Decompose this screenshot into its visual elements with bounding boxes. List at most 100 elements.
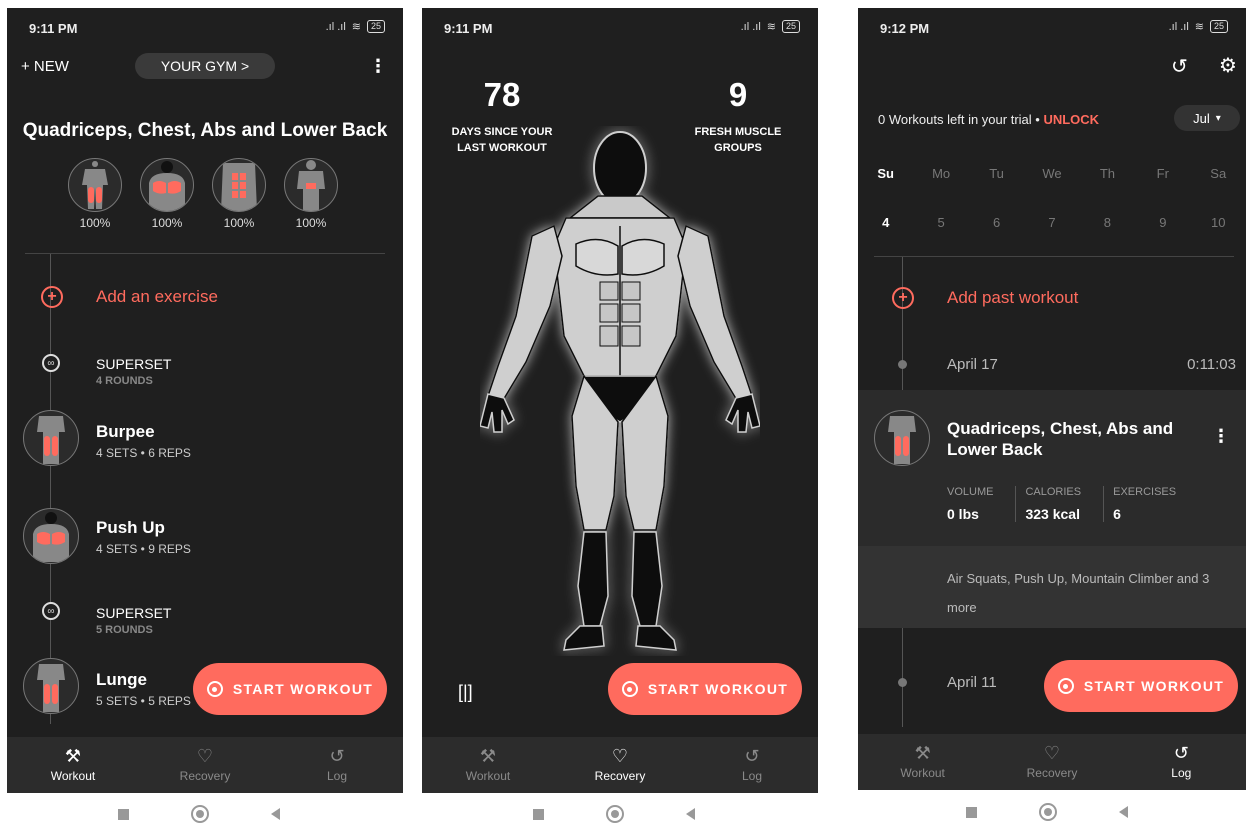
chevron-down-icon: ▾ (1215, 112, 1221, 124)
weekday-label: Fr (1156, 166, 1169, 181)
metric-value: 0 lbs (947, 506, 979, 522)
heart-icon: ♡ (1043, 743, 1061, 763)
calendar-day[interactable]: 4 (858, 215, 913, 230)
weekday-label: Tu (989, 166, 1004, 181)
month-selector[interactable]: Jul ▾ (1174, 105, 1240, 131)
nav-recovery[interactable]: ♡ Recovery (554, 737, 686, 793)
nav-workout[interactable]: ⚒ Workout (7, 737, 139, 793)
start-workout-button[interactable]: START WORKOUT (1044, 660, 1238, 712)
timeline-line (50, 254, 51, 724)
recents-icon[interactable] (533, 808, 544, 820)
nav-recovery-label: Recovery (594, 769, 646, 783)
superset-header[interactable]: SUPERSET 4 ROUNDS (96, 356, 171, 387)
workout-screen: 9:11 PM .ıl .ıl ≋ 25 + NEW YOUR GYM > ⋮ … (7, 8, 403, 793)
metric-label: VOLUME (947, 486, 994, 498)
workout-metrics: VOLUME 0 lbs CALORIES 323 kcal EXERCISES… (947, 486, 1198, 522)
start-workout-button[interactable]: START WORKOUT (608, 663, 802, 715)
history-icon[interactable]: ↺ (1171, 54, 1188, 79)
more-options-icon[interactable]: ⋮ (369, 56, 387, 77)
superset-header[interactable]: SUPERSET 5 ROUNDS (96, 605, 171, 636)
history-icon: ↺ (744, 746, 760, 766)
home-icon[interactable] (606, 805, 624, 823)
metric-label: EXERCISES (1113, 486, 1177, 498)
calendar-day[interactable]: 10 (1191, 215, 1246, 230)
status-icons: .ıl .ıl ≋ 25 (326, 20, 385, 33)
nav-log[interactable]: ↺ Log (271, 737, 403, 793)
muscle-chest[interactable]: 100% (139, 158, 195, 230)
muscle-abs[interactable]: 100% (211, 158, 267, 230)
gear-icon[interactable]: ⚙ (1219, 53, 1237, 78)
muscle-quadriceps[interactable]: 100% (67, 158, 123, 230)
muscle-percent: 100% (295, 216, 327, 230)
dumbbell-icon: ⚒ (479, 746, 497, 766)
more-options-icon[interactable]: ⋮ (1212, 426, 1230, 447)
status-time: 9:11 PM (444, 21, 493, 36)
add-exercise-button[interactable]: Add an exercise (96, 287, 218, 307)
divider (874, 256, 1234, 257)
your-gym-button[interactable]: YOUR GYM > (135, 53, 275, 79)
exercise-sets-reps: 4 SETS • 6 REPS (96, 446, 191, 460)
new-workout-button[interactable]: + NEW (21, 58, 69, 75)
nav-recovery-label: Recovery (1026, 766, 1078, 780)
recents-icon[interactable] (118, 808, 129, 820)
superset-rounds: 4 ROUNDS (96, 375, 153, 387)
muscle-lower-back[interactable]: 100% (283, 158, 339, 230)
exercise-row[interactable]: Lunge 5 SETS • 5 REPS (96, 670, 191, 708)
start-workout-button[interactable]: START WORKOUT (193, 663, 387, 715)
exercise-row[interactable]: Push Up 4 SETS • 9 REPS (96, 518, 191, 556)
timeline-dot (898, 678, 907, 687)
home-icon[interactable] (1039, 803, 1057, 821)
exercise-name: Lunge (96, 670, 147, 689)
log-screen: 9:12 PM .ıl .ıl ≋ 25 ↺ ⚙ 0 Workouts left… (858, 8, 1246, 790)
month-label: Jul (1193, 110, 1210, 126)
nav-workout-label: Workout (465, 769, 511, 783)
compare-icon[interactable]: [|] (458, 682, 473, 703)
add-circle-icon[interactable]: + (41, 286, 63, 308)
calendar-day[interactable]: 6 (969, 215, 1024, 230)
muscle-groups: 100% 100% 100% 100% (67, 158, 339, 230)
exercise-row[interactable]: Burpee 4 SETS • 6 REPS (96, 422, 191, 460)
superset-label: SUPERSET (96, 605, 172, 621)
nav-log[interactable]: ↺ Log (686, 737, 818, 793)
calendar-day[interactable]: 7 (1024, 215, 1079, 230)
wifi-icon: ≋ (766, 21, 776, 33)
back-icon[interactable] (271, 808, 280, 820)
system-nav (966, 803, 1128, 821)
unlock-link[interactable]: UNLOCK (1043, 112, 1099, 127)
nav-recovery[interactable]: ♡ Recovery (139, 737, 271, 793)
workout-summary-text: Air Squats, Push Up, Mountain Climber an… (947, 571, 1210, 615)
add-circle-icon[interactable]: + (892, 287, 914, 309)
home-icon[interactable] (191, 805, 209, 823)
abs-icon (212, 158, 266, 212)
trial-banner: 0 Workouts left in your trial • UNLOCK (878, 112, 1099, 127)
weekday-label: Su (877, 166, 895, 181)
trial-text: 0 Workouts left in your trial (878, 112, 1032, 127)
weekday-label: Sa (1210, 166, 1227, 181)
recents-icon[interactable] (966, 806, 977, 818)
back-icon[interactable] (1119, 806, 1128, 818)
calendar-day[interactable]: 9 (1135, 215, 1190, 230)
nav-recovery[interactable]: ♡ Recovery (987, 734, 1116, 790)
calendar-day[interactable]: 5 (913, 215, 968, 230)
back-icon[interactable] (686, 808, 695, 820)
body-map[interactable] (480, 126, 760, 656)
bottom-nav: ⚒ Workout ♡ Recovery ↺ Log (422, 737, 818, 793)
workout-summary[interactable]: Air Squats, Push Up, Mountain Climber an… (858, 546, 1246, 628)
nav-log-label: Log (741, 769, 763, 783)
nav-workout[interactable]: ⚒ Workout (422, 737, 554, 793)
heart-icon: ♡ (611, 746, 629, 766)
nav-workout[interactable]: ⚒ Workout (858, 734, 987, 790)
exercise-name: Burpee (96, 422, 155, 441)
calendar-day[interactable]: 8 (1080, 215, 1135, 230)
record-icon (206, 681, 223, 697)
system-nav (118, 805, 280, 823)
dumbbell-icon: ⚒ (914, 743, 931, 763)
workout-date: April 17 (947, 356, 998, 373)
nav-workout-label: Workout (900, 766, 945, 780)
nav-log[interactable]: ↺ Log (1117, 734, 1246, 790)
add-past-workout-button[interactable]: Add past workout (947, 288, 1078, 308)
exercise-sets-reps: 5 SETS • 5 REPS (96, 694, 191, 708)
workout-card[interactable]: Quadriceps, Chest, Abs and Lower Back ⋮ … (858, 390, 1246, 546)
superset-label: SUPERSET (96, 356, 172, 372)
bottom-nav: ⚒ Workout ♡ Recovery ↺ Log (7, 737, 403, 793)
